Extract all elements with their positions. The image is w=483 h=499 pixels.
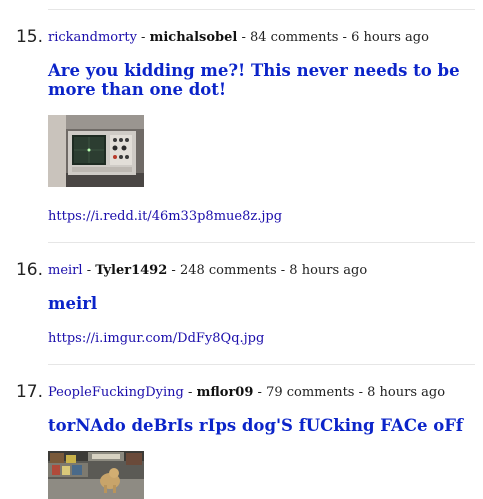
post-meta: rickandmorty - michalsobel - 84 comments… [48, 30, 429, 45]
post-time: 8 hours ago [289, 263, 368, 278]
post-thumbnail-oscilloscope[interactable] [48, 115, 144, 187]
meta-separator: - [354, 385, 368, 400]
post-title[interactable]: Are you kidding me?! This never needs to… [48, 61, 468, 99]
meta-separator: - [253, 385, 267, 400]
post-meta: PeopleFuckingDying - mflor09 - 79 commen… [48, 385, 445, 400]
post-rank: 15. [15, 27, 43, 47]
post-title[interactable]: torNAdo deBrIs rIps dog'S fUCking FACe o… [48, 416, 468, 435]
oscilloscope-image [48, 115, 144, 187]
meta-separator: - [183, 385, 197, 400]
meta-separator: - [82, 263, 96, 278]
author-name[interactable]: michalsobel [150, 30, 238, 45]
dog-street-image [48, 451, 144, 499]
author-name[interactable]: Tyler1492 [95, 263, 167, 278]
post-time: 8 hours ago [367, 385, 446, 400]
meta-separator: - [338, 30, 352, 45]
post-url-link[interactable]: https://i.imgur.com/DdFy8Qq.jpg [48, 331, 264, 346]
post-rank: 16. [15, 260, 43, 280]
meta-separator: - [136, 30, 150, 45]
meta-separator: - [167, 263, 180, 278]
comments-count[interactable]: 84 comments [250, 30, 338, 45]
post-time: 6 hours ago [351, 30, 429, 45]
author-name[interactable]: mflor09 [197, 385, 254, 400]
post-divider [48, 9, 475, 10]
post-meta: meirl - Tyler1492 - 248 comments - 8 hou… [48, 263, 367, 278]
subreddit-link[interactable]: meirl [48, 263, 83, 278]
comments-count[interactable]: 79 comments [266, 385, 354, 400]
post-divider [48, 364, 475, 365]
post-rank: 17. [15, 382, 43, 402]
post-thumbnail-dog[interactable] [48, 451, 144, 499]
post-title[interactable]: meirl [48, 294, 468, 313]
comments-count[interactable]: 248 comments [180, 263, 277, 278]
post-divider [48, 242, 475, 243]
meta-separator: - [237, 30, 250, 45]
subreddit-link[interactable]: PeopleFuckingDying [48, 385, 184, 400]
subreddit-link[interactable]: rickandmorty [48, 30, 137, 45]
post-url-link[interactable]: https://i.redd.it/46m33p8mue8z.jpg [48, 209, 282, 224]
meta-separator: - [276, 263, 290, 278]
